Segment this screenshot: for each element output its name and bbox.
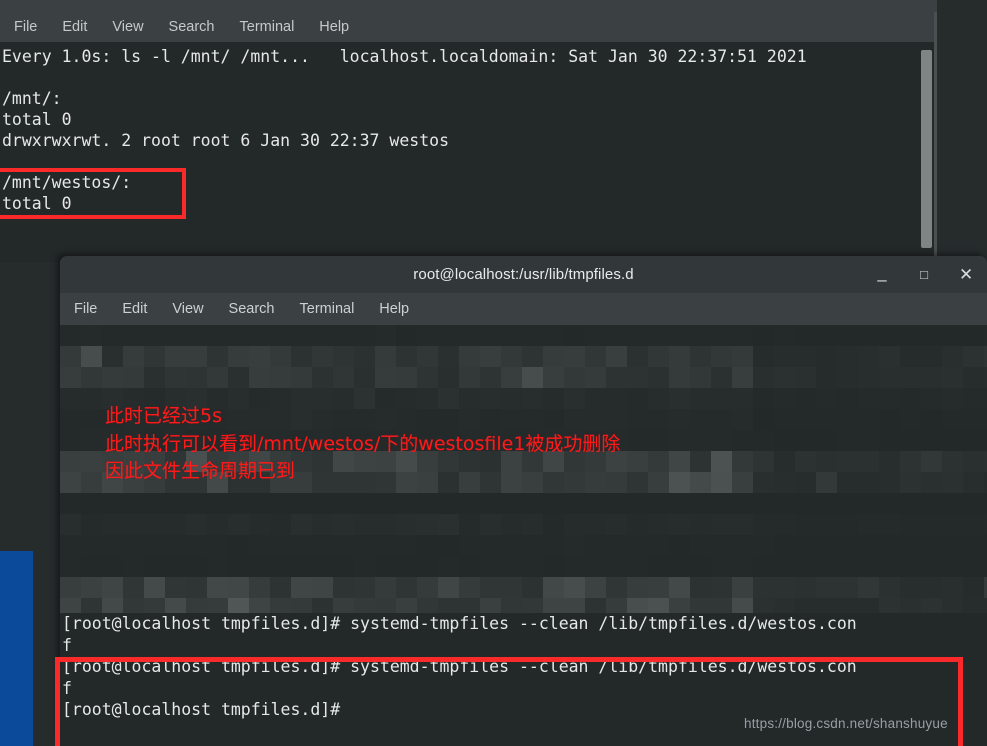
highlight-box-westos-listing xyxy=(0,168,186,219)
annotation-line-3: 因此文件生命周期已到 xyxy=(105,460,296,482)
window-title: root@localhost:/usr/lib/tmpfiles.d xyxy=(413,266,634,283)
close-icon[interactable]: ✕ xyxy=(959,266,973,283)
highlight-box-clean-commands xyxy=(55,657,963,746)
desktop-accent-strip xyxy=(0,551,33,746)
window-right-edge xyxy=(934,12,937,262)
watermark-url: https://blog.csdn.net/shanshuyue xyxy=(744,716,948,731)
menu-item-edit[interactable]: Edit xyxy=(62,12,87,42)
terminal-output-watch[interactable]: Every 1.0s: ls -l /mnt/ /mnt... localhos… xyxy=(0,42,937,262)
menubar-watch[interactable]: File Edit View Search Terminal Help xyxy=(0,12,937,42)
annotation-text: 此时已经过5s 此时执行可以看到/mnt/westos/下的westosfile1… xyxy=(105,403,620,486)
menu-item-search[interactable]: Search xyxy=(229,293,275,325)
maximize-icon[interactable]: □ xyxy=(917,268,931,281)
menubar-tmpfiles[interactable]: File Edit View Search Terminal Help xyxy=(60,293,987,325)
menu-item-view[interactable]: View xyxy=(112,12,143,42)
menu-item-terminal[interactable]: Terminal xyxy=(240,12,295,42)
annotation-line-2: 此时执行可以看到/mnt/westos/下的westosfile1被成功删除 xyxy=(105,432,621,455)
annotation-line-1: 此时已经过5s xyxy=(105,405,222,427)
window-titlebar-partial[interactable] xyxy=(0,0,937,12)
menu-item-file[interactable]: File xyxy=(74,293,97,325)
window-controls[interactable]: – □ ✕ xyxy=(875,256,973,293)
menu-item-search[interactable]: Search xyxy=(169,12,215,42)
menu-item-edit[interactable]: Edit xyxy=(122,293,147,325)
minimize-icon[interactable]: – xyxy=(875,271,889,288)
menu-item-view[interactable]: View xyxy=(172,293,203,325)
menu-item-help[interactable]: Help xyxy=(319,12,349,42)
menu-item-help[interactable]: Help xyxy=(379,293,409,325)
menu-item-terminal[interactable]: Terminal xyxy=(300,293,355,325)
screenshot-root: File Edit View Search Terminal Help Ever… xyxy=(0,0,987,746)
menu-item-file[interactable]: File xyxy=(14,12,37,42)
titlebar-tmpfiles[interactable]: root@localhost:/usr/lib/tmpfiles.d – □ ✕ xyxy=(60,256,987,293)
window-watch-terminal[interactable]: File Edit View Search Terminal Help Ever… xyxy=(0,0,937,262)
scrollbar-thumb[interactable] xyxy=(921,50,932,248)
